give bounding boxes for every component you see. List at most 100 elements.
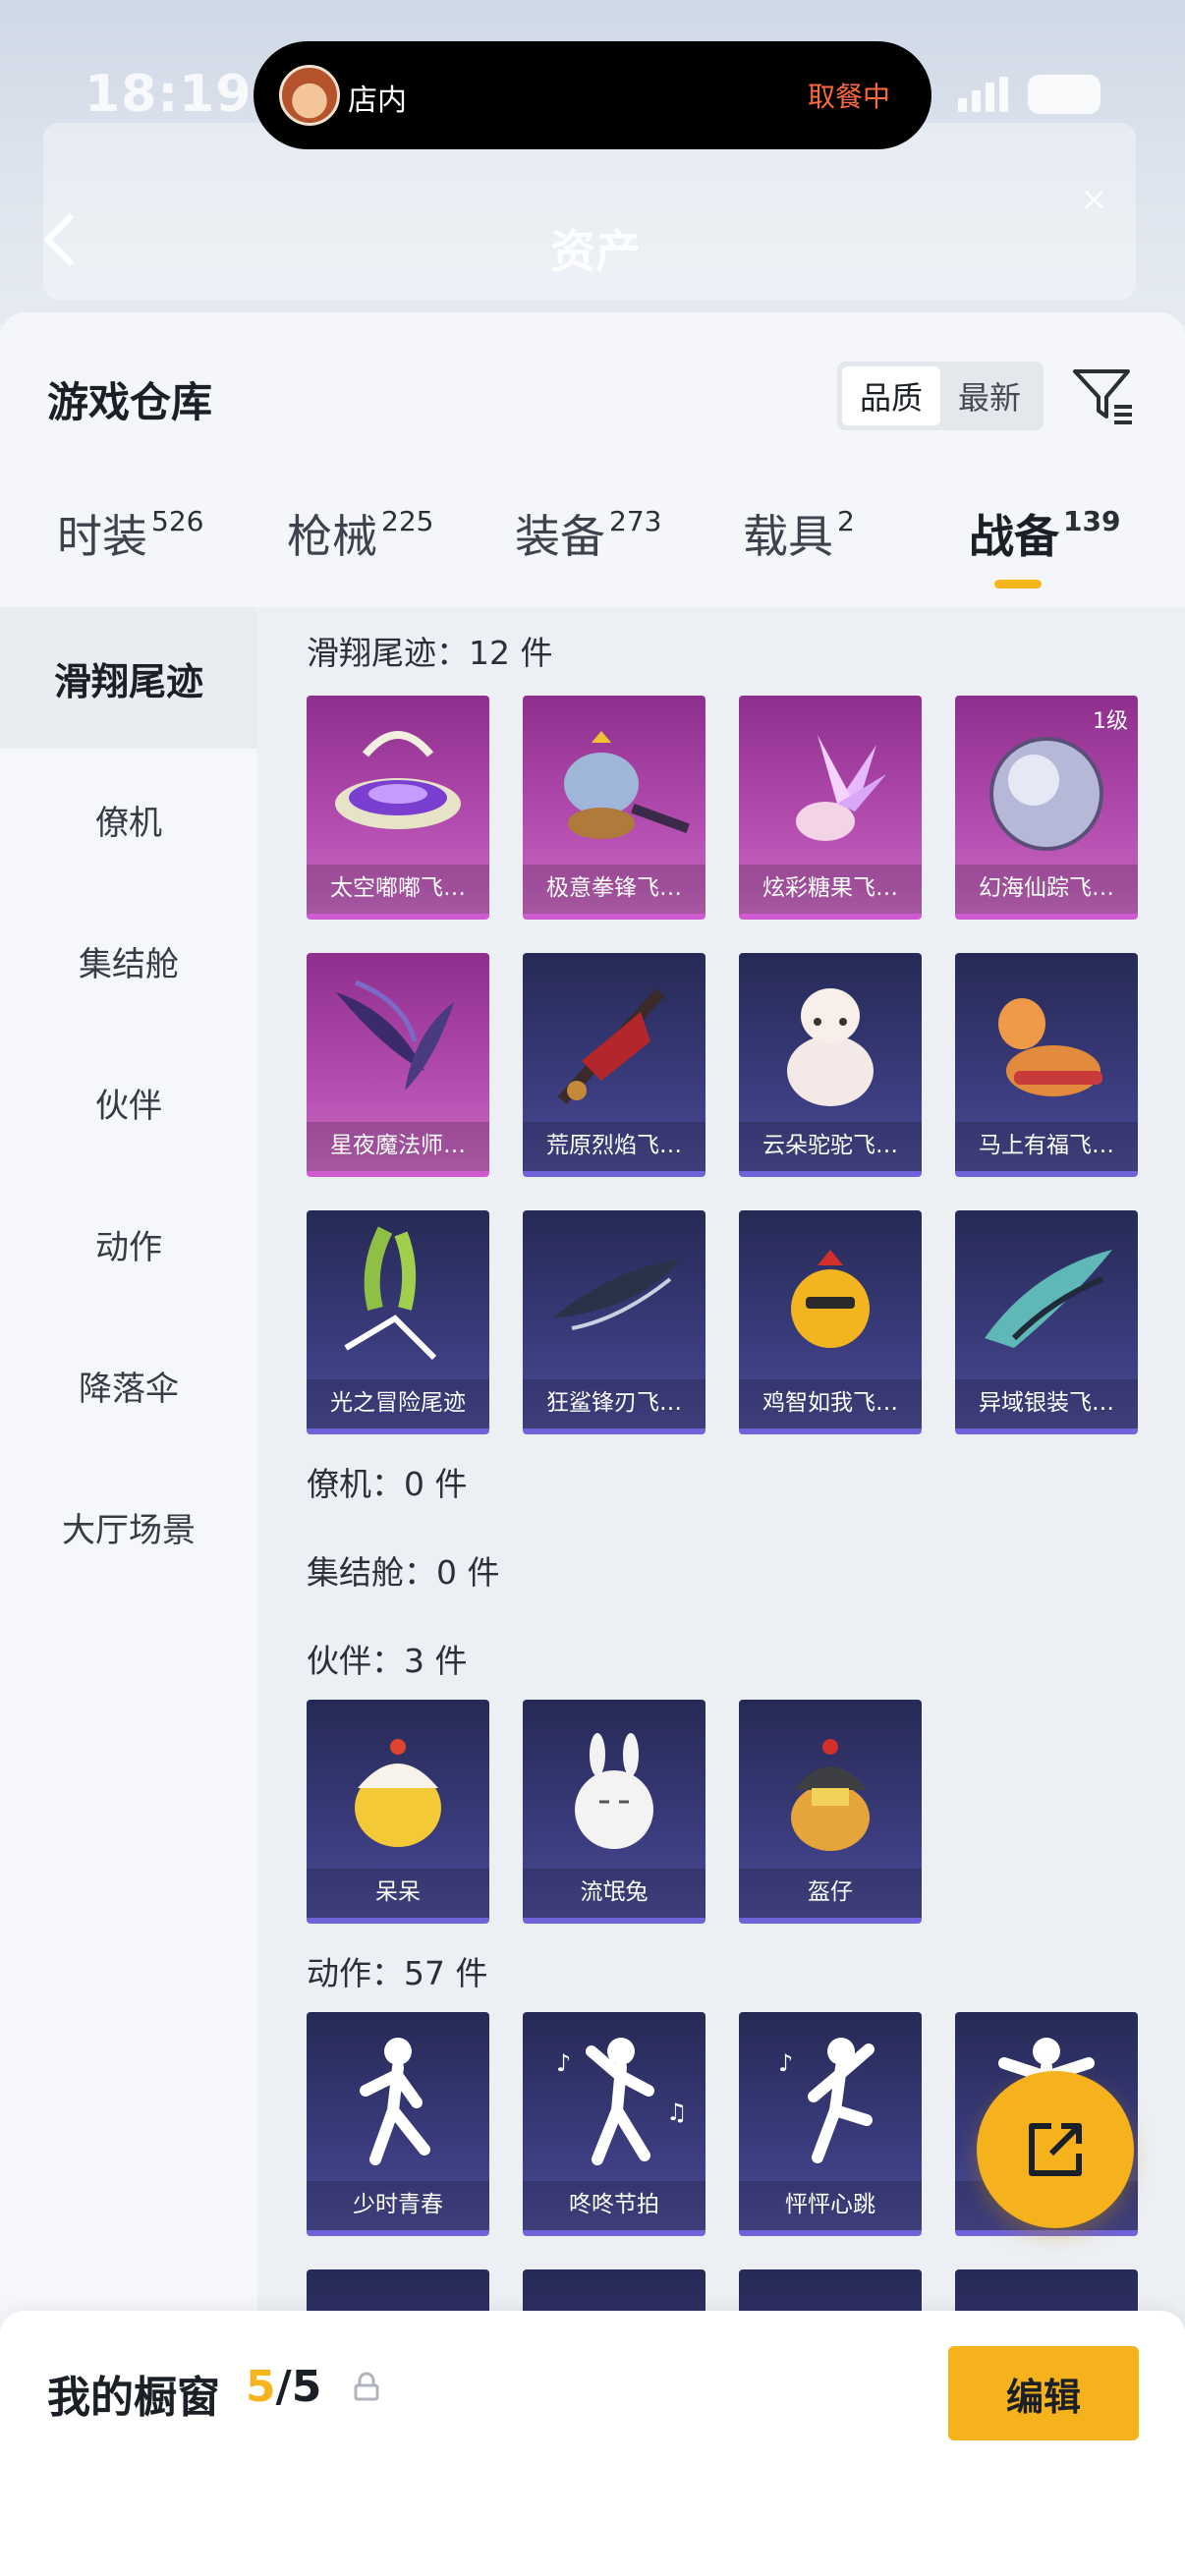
item-card[interactable]: 呆呆 (307, 1700, 489, 1924)
item-card[interactable]: 狂鲨锋刃飞… (523, 1210, 705, 1434)
sort-latest-button[interactable]: 最新 (940, 366, 1039, 425)
dance-kick-icon: ♪ (778, 2038, 875, 2163)
section-heading-wingman: 僚机：0 件 (307, 1465, 468, 1503)
shark-glider-icon (552, 1260, 680, 1330)
item-name: 少时青春 (307, 2181, 489, 2230)
tab-equipment[interactable]: 装备 273 (515, 501, 661, 566)
share-button[interactable] (977, 2071, 1134, 2228)
dance-music-icon: ♪ ♫ (556, 2038, 688, 2165)
sort-toggle: 品质 最新 (837, 362, 1044, 430)
showcase-used: 5 (246, 2362, 276, 2412)
svg-text:♪: ♪ (556, 2049, 571, 2077)
item-card[interactable]: 少时青春 (307, 2012, 489, 2236)
item-name: 星夜魔法师… (307, 1122, 489, 1171)
share-icon (1029, 2123, 1082, 2176)
dance-pose-icon (360, 2038, 430, 2165)
item-name: 极意拳锋飞… (523, 865, 705, 914)
status-time: 18:19 (85, 65, 253, 124)
close-icon: ✕ (1081, 182, 1107, 219)
section-heading-glide-trail: 滑翔尾迹：12 件 (307, 634, 553, 672)
alpaca-icon (787, 988, 874, 1106)
item-name: 流氓兔 (523, 1869, 705, 1918)
item-card[interactable]: 1级 幻海仙踪飞… (955, 696, 1138, 920)
sort-quality-button[interactable]: 品质 (842, 366, 940, 425)
svg-text:♪: ♪ (778, 2049, 793, 2077)
item-level-badge: 1级 (1093, 709, 1128, 734)
space-disc-icon (335, 731, 461, 829)
sidebar-item-wingman[interactable]: 僚机 (0, 749, 257, 890)
page-title: 游戏仓库 (47, 378, 213, 426)
item-name: 太空嘟嘟飞… (307, 865, 489, 914)
background-title: 资产 (550, 225, 641, 278)
section-heading-companion: 伙伴：3 件 (307, 1642, 468, 1680)
item-card[interactable]: 异域银装飞… (955, 1210, 1138, 1434)
helmet-chick-icon (791, 1739, 870, 1851)
item-card[interactable]: 盔仔 (739, 1700, 922, 1924)
tab-vehicles[interactable]: 载具 2 (743, 501, 855, 566)
chick-buddy-icon (355, 1739, 441, 1847)
silver-wing-icon (985, 1250, 1112, 1348)
showcase-label: 我的橱窗 (47, 2373, 220, 2423)
section-heading-assembly-pod: 集结舱：0 件 (307, 1553, 500, 1592)
item-card[interactable]: ♪ 怦怦心跳 (739, 2012, 922, 2236)
item-name: 盔仔 (739, 1869, 922, 1918)
signal-icon (958, 77, 1009, 112)
item-name: 异域银装飞… (955, 1379, 1138, 1428)
shop-avatar (279, 65, 340, 126)
item-card[interactable]: 云朵驼驼飞… (739, 953, 922, 1177)
elephant-glider-icon (564, 731, 690, 839)
item-name: 荒原烈焰飞… (523, 1122, 705, 1171)
lock-icon (354, 2372, 379, 2401)
item-card[interactable]: 极意拳锋飞… (523, 696, 705, 920)
item-card[interactable]: 马上有福飞… (955, 953, 1138, 1177)
tab-guns[interactable]: 枪械 225 (287, 501, 433, 566)
item-card[interactable]: 鸡智如我飞… (739, 1210, 922, 1434)
item-card[interactable]: 炫彩糖果飞… (739, 696, 922, 920)
item-name: 鸡智如我飞… (739, 1379, 922, 1428)
tab-battle-prep[interactable]: 战备 139 (969, 501, 1120, 566)
item-name: 马上有福飞… (955, 1122, 1138, 1171)
flame-glider-icon (557, 987, 665, 1105)
sidebar-item-emote[interactable]: 动作 (0, 1173, 257, 1315)
live-activity-island[interactable]: 店内 取餐中 (254, 41, 931, 149)
item-name: 炫彩糖果飞… (739, 865, 922, 914)
sidebar-item-lobby-scene[interactable]: 大厅场景 (0, 1456, 257, 1597)
item-name: 咚咚节拍 (523, 2181, 705, 2230)
item-name: 狂鲨锋刃飞… (523, 1379, 705, 1428)
edit-button[interactable]: 编辑 (948, 2346, 1139, 2440)
item-card[interactable]: 流氓兔 (523, 1700, 705, 1924)
item-name: 怦怦心跳 (739, 2181, 922, 2230)
shop-name: 店内 (348, 84, 407, 118)
item-card[interactable]: 荒原烈焰飞… (523, 953, 705, 1177)
showcase-count: 5/5 (246, 2362, 321, 2412)
active-tab-indicator (994, 580, 1042, 588)
item-card[interactable]: ♪ ♫ 咚咚节拍 (523, 2012, 705, 2236)
section-heading-emote: 动作：57 件 (307, 1954, 488, 1992)
sidebar-item-companion[interactable]: 伙伴 (0, 1032, 257, 1173)
chicken-icon (791, 1250, 870, 1348)
category-tabs: 时装 526 枪械 225 装备 273 载具 2 战备 139 (0, 501, 1185, 580)
item-name: 呆呆 (307, 1869, 489, 1918)
item-name: 云朵驼驼飞… (739, 1122, 922, 1171)
showcase-bar: 我的橱窗 5/5 编辑 (0, 2311, 1185, 2576)
sidebar-item-assembly-pod[interactable]: 集结舱 (0, 890, 257, 1032)
sidebar-item-parachute[interactable]: 降落伞 (0, 1315, 257, 1456)
item-card[interactable]: 星夜魔法师… (307, 953, 489, 1177)
svg-text:♫: ♫ (666, 2099, 688, 2126)
item-name: 幻海仙踪飞… (955, 865, 1138, 914)
smoke-trail-icon (344, 1226, 437, 1361)
item-grid-area[interactable]: 滑翔尾迹：12 件 太空嘟嘟飞… 极意拳锋飞… 炫彩糖果飞… 1级 幻海仙踪飞…… (257, 607, 1185, 2328)
filter-icon[interactable] (1071, 364, 1136, 428)
item-name: 光之冒险尾迹 (307, 1379, 489, 1428)
sidebar-item-glide-trail[interactable]: 滑翔尾迹 (0, 607, 257, 749)
item-card[interactable]: 太空嘟嘟飞… (307, 696, 489, 920)
dark-wings-icon (336, 980, 454, 1091)
pickup-status: 取餐中 (807, 81, 890, 113)
candy-glider-icon (796, 735, 886, 841)
category-sidebar: 滑翔尾迹 僚机 集结舱 伙伴 动作 降落伞 大厅场景 (0, 607, 257, 2328)
battery-icon (1028, 75, 1100, 114)
showcase-total: 5 (291, 2362, 322, 2412)
item-card[interactable]: 光之冒险尾迹 (307, 1210, 489, 1434)
toy-horse-icon (998, 998, 1102, 1096)
tab-fashion[interactable]: 时装 526 (57, 501, 203, 566)
